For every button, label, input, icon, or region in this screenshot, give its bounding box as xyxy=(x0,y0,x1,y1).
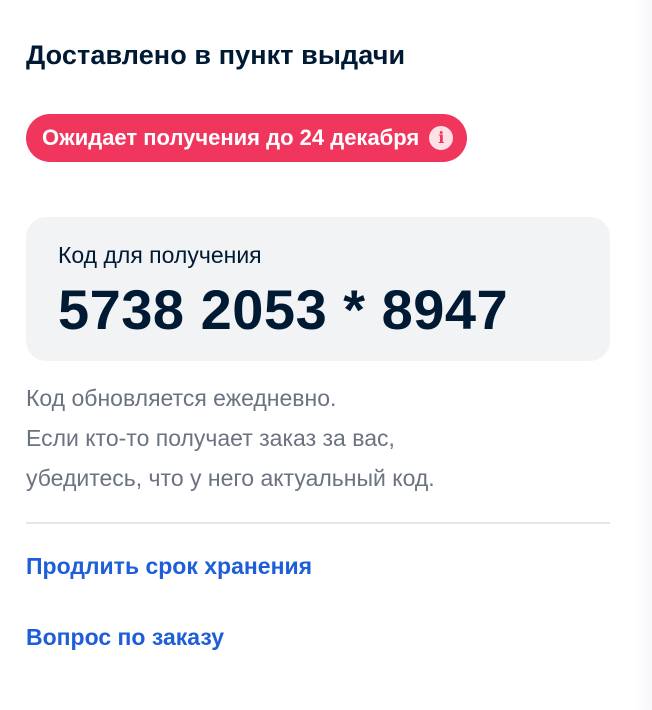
status-badge-text: Ожидает получения до 24 декабря xyxy=(42,125,420,150)
hint-line: Если кто-то получает заказ за вас, xyxy=(26,425,395,451)
pickup-code-hint: Код обновляется ежедневно. Если кто-то п… xyxy=(26,378,610,498)
hint-line: Код обновляется ежедневно. xyxy=(26,385,337,411)
extend-storage-link[interactable]: Продлить срок хранения xyxy=(26,553,312,580)
info-icon[interactable]: i xyxy=(429,126,454,150)
panel-edge-shadow xyxy=(632,0,652,710)
hint-line: убедитесь, что у него актуальный код. xyxy=(26,465,435,491)
pickup-code-card: Код для получения 5738 2053 * 8947 xyxy=(26,217,610,361)
pickup-code-label: Код для получения xyxy=(58,242,262,268)
order-status-panel: Доставлено в пункт выдачи Ожидает получе… xyxy=(0,0,652,710)
pickup-code-value: 5738 2053 * 8947 xyxy=(58,278,509,341)
divider xyxy=(26,522,610,524)
order-question-link[interactable]: Вопрос по заказу xyxy=(26,624,224,651)
status-badge[interactable]: Ожидает получения до 24 декабря i xyxy=(26,114,468,162)
page-title: Доставлено в пункт выдачи xyxy=(26,40,406,70)
